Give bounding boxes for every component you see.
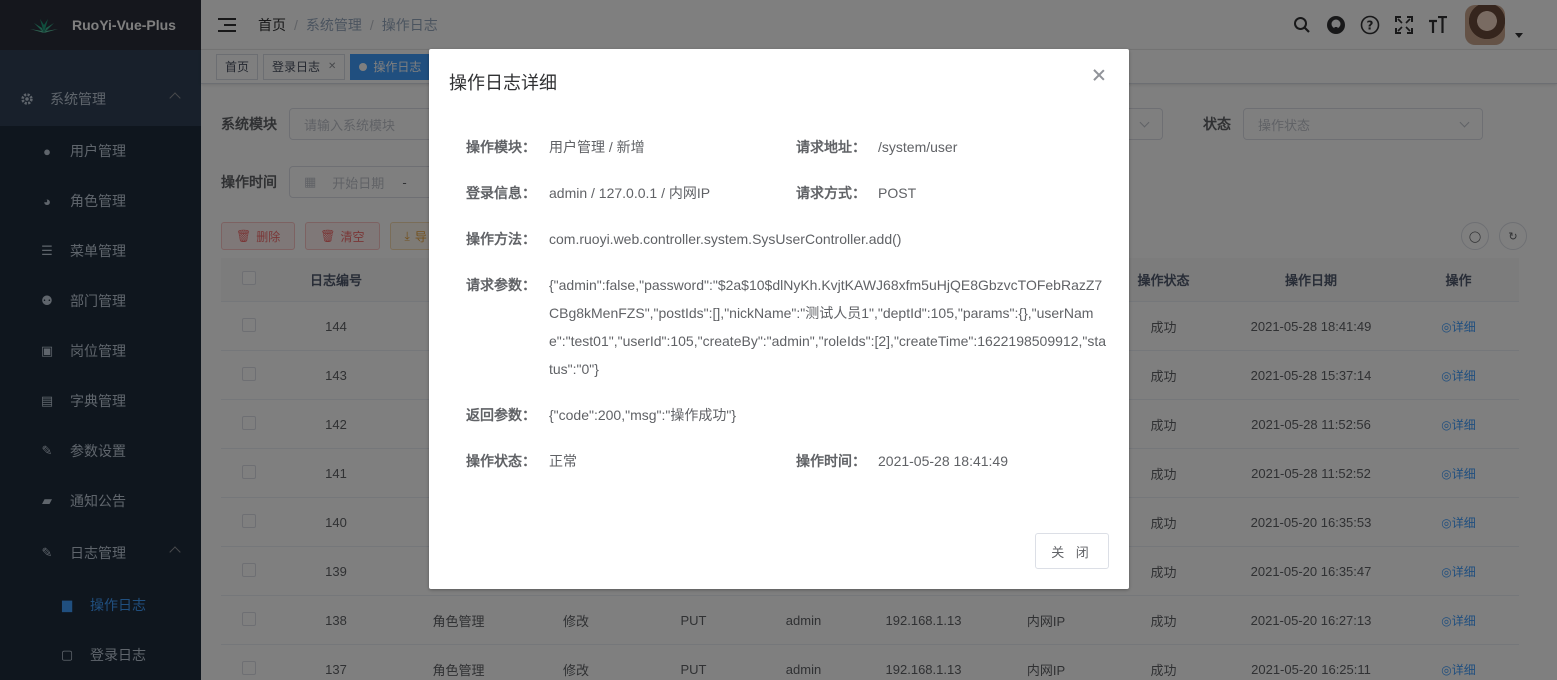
status-label: 操作状态： bbox=[466, 453, 536, 469]
url-value: /system/user bbox=[878, 139, 958, 155]
close-button[interactable]: 关 闭 bbox=[1035, 533, 1109, 569]
time-label: 操作时间： bbox=[796, 453, 866, 469]
module-label: 操作模块： bbox=[466, 139, 536, 155]
url-label: 请求地址： bbox=[796, 139, 866, 155]
result-value: {"code":200,"msg":"操作成功"} bbox=[549, 407, 737, 423]
method-value: POST bbox=[878, 185, 917, 201]
op-method-label: 操作方法： bbox=[466, 231, 536, 247]
operlog-detail-dialog: 操作日志详细 操作模块： 用户管理 / 新增 请求地址： /system/use… bbox=[429, 49, 1129, 589]
params-value: {"admin":false,"password":"$2a$10$dlNyKh… bbox=[549, 277, 1107, 377]
status-value: 正常 bbox=[549, 453, 577, 469]
dialog-title: 操作日志详细 bbox=[449, 73, 557, 93]
time-value: 2021-05-28 18:41:49 bbox=[878, 453, 1008, 469]
params-label: 请求参数： bbox=[466, 277, 536, 293]
module-value: 用户管理 / 新增 bbox=[549, 139, 645, 155]
login-label: 登录信息： bbox=[466, 185, 536, 201]
result-label: 返回参数： bbox=[466, 407, 536, 423]
close-icon[interactable] bbox=[1091, 67, 1107, 83]
op-method-value: com.ruoyi.web.controller.system.SysUserC… bbox=[549, 231, 902, 247]
login-value: admin / 127.0.0.1 / 内网IP bbox=[549, 185, 711, 201]
method-label: 请求方式： bbox=[796, 185, 866, 201]
